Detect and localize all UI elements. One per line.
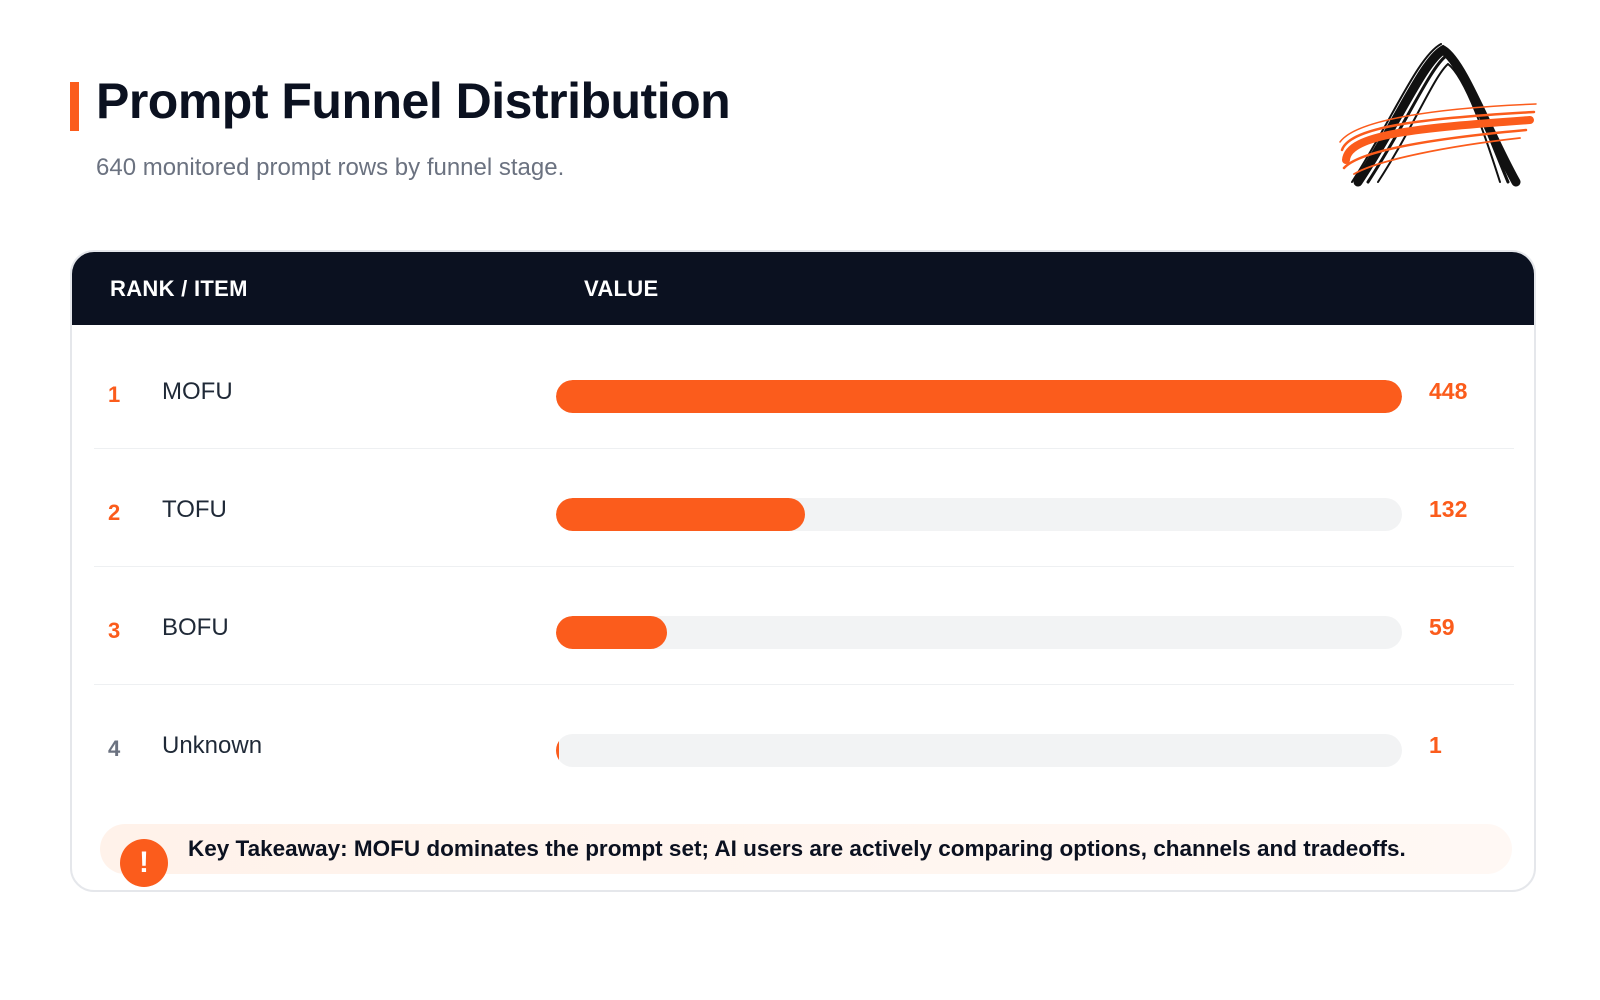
row-value: 132 (1429, 496, 1468, 522)
bar-fill (556, 498, 805, 531)
bar-fill (556, 380, 1402, 413)
row-rank: 2 (108, 500, 121, 525)
column-header-value: VALUE (584, 276, 659, 301)
row-label: BOFU (162, 614, 229, 641)
row-rank: 1 (108, 382, 121, 407)
key-takeaway-text: Key Takeaway: MOFU dominates the prompt … (188, 836, 1406, 861)
page-title: Prompt Funnel Distribution (96, 73, 731, 129)
bar-fill (556, 734, 559, 767)
row-value: 59 (1429, 614, 1455, 640)
row-value: 1 (1429, 732, 1442, 758)
table-header: RANK / ITEM VALUE (72, 252, 1534, 325)
table-row: 3 BOFU 59 (94, 566, 1514, 685)
table-row: 1 MOFU 448 (94, 330, 1514, 449)
row-label: TOFU (162, 496, 227, 523)
column-header-rank-item: RANK / ITEM (110, 276, 248, 301)
table-row: 4 Unknown 1 (94, 684, 1514, 802)
bar-track (556, 498, 1402, 531)
key-takeaway-banner: ! Key Takeaway: MOFU dominates the promp… (100, 824, 1512, 887)
ranking-card: RANK / ITEM VALUE 1 MOFU 448 2 TOFU 1 3 2 … (70, 250, 1536, 892)
page-subtitle: 640 monitored prompt rows by funnel stag… (96, 154, 565, 181)
row-label: MOFU (162, 378, 233, 405)
bar-track (556, 380, 1402, 413)
row-rank: 4 (108, 736, 121, 761)
bar-track (556, 734, 1402, 767)
row-value: 448 (1429, 378, 1468, 404)
exclamation-icon: ! (120, 839, 168, 887)
row-rank: 3 (108, 618, 121, 643)
brand-a-logo-icon (1339, 43, 1537, 187)
bar-fill (556, 616, 667, 649)
bar-track (556, 616, 1402, 649)
title-accent-bar (70, 82, 79, 131)
row-label: Unknown (162, 732, 263, 759)
table-row: 2 TOFU 132 (94, 448, 1514, 567)
